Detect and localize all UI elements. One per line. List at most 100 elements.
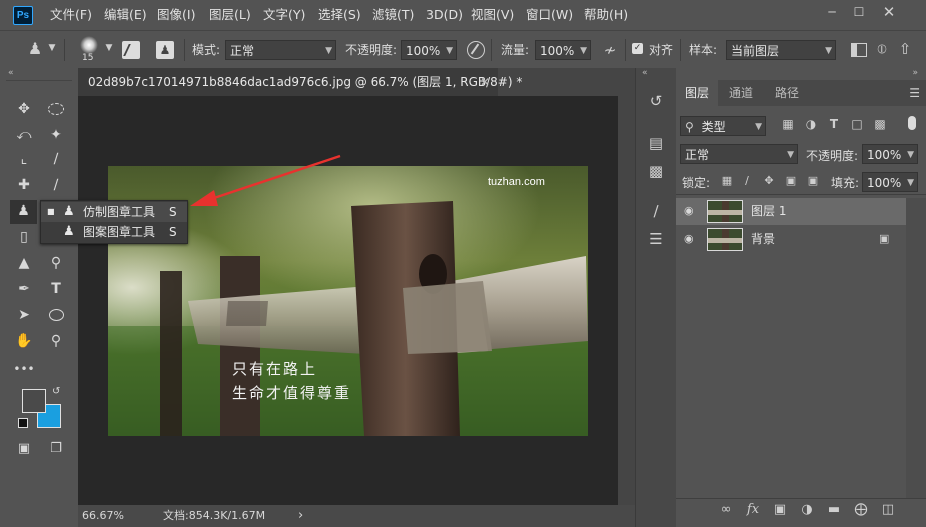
vertical-scrollbar[interactable]: [618, 96, 635, 505]
pressure-size-icon[interactable]: ⦶: [874, 40, 890, 60]
tab-layers[interactable]: 图层: [676, 80, 719, 106]
menu-help[interactable]: 帮助(H): [584, 0, 628, 30]
minimize-icon[interactable]: ─: [819, 3, 845, 21]
pressure-opacity-icon[interactable]: [467, 41, 485, 59]
move-tool-icon[interactable]: ✥: [13, 98, 35, 120]
foreground-color-swatch[interactable]: [22, 389, 46, 413]
airbrush-icon[interactable]: ≁: [600, 40, 620, 60]
eye-icon[interactable]: ◉: [684, 233, 698, 245]
aligned-checkbox[interactable]: ✓: [632, 43, 643, 54]
healing-brush-tool-icon[interactable]: ✚: [13, 174, 35, 196]
clone-stamp-tool-icon[interactable]: ♟: [26, 39, 44, 59]
maximize-icon[interactable]: ☐: [846, 3, 872, 21]
mode-select[interactable]: 正常 ▼: [225, 40, 336, 60]
close-icon[interactable]: ✕: [876, 3, 902, 21]
layers-scrollbar[interactable]: [906, 198, 926, 498]
adjustment-icon[interactable]: ◑: [797, 502, 817, 517]
path-select-tool-icon[interactable]: ➤: [13, 304, 35, 326]
crop-tool-icon[interactable]: ⌞: [13, 148, 35, 170]
layer-row-background[interactable]: ◉ 背景 ▣: [676, 226, 906, 253]
chevron-down-icon[interactable]: ▼: [47, 43, 57, 53]
opacity-input[interactable]: 100% ▼: [401, 40, 457, 60]
blur-tool-icon[interactable]: ▲: [13, 252, 35, 274]
menu-view[interactable]: 视图(V): [471, 0, 514, 30]
filter-pixel-icon[interactable]: ▦: [780, 117, 796, 131]
clone-stamp-tool-icon[interactable]: ♟: [10, 200, 37, 224]
filter-adjustment-icon[interactable]: ◑: [803, 117, 819, 131]
quick-mask-icon[interactable]: ▣: [13, 438, 35, 460]
collapse-icon[interactable]: «: [642, 68, 648, 78]
menu-filter[interactable]: 滤镜(T): [372, 0, 414, 30]
hand-tool-icon[interactable]: ✋: [13, 330, 35, 352]
layer-row-layer1[interactable]: ◉ 图层 1: [676, 198, 906, 225]
quick-select-tool-icon[interactable]: ✦: [45, 124, 67, 146]
layer-name[interactable]: 图层 1: [751, 198, 786, 225]
brush-settings-icon[interactable]: ∕: [646, 202, 666, 220]
menu-select[interactable]: 选择(S): [318, 0, 361, 30]
menu-image[interactable]: 图像(I): [157, 0, 195, 30]
panel-menu-icon[interactable]: ☰: [909, 86, 920, 100]
shape-tool-icon[interactable]: [45, 304, 67, 326]
lock-transparent-icon[interactable]: ▦: [720, 174, 734, 187]
eye-icon[interactable]: ◉: [684, 205, 698, 217]
fill-input[interactable]: 100% ▼: [862, 172, 918, 192]
screen-mode-icon[interactable]: ❐: [45, 438, 67, 460]
type-tool-icon[interactable]: T: [45, 278, 67, 300]
dodge-tool-icon[interactable]: ⚲: [45, 252, 67, 274]
lock-all-icon[interactable]: ▣: [806, 174, 820, 187]
sample-select[interactable]: 当前图层 ▼: [726, 40, 836, 60]
group-icon[interactable]: ▬: [824, 502, 844, 517]
brush-preview-icon[interactable]: [80, 36, 98, 54]
notes-icon[interactable]: ▩: [646, 162, 666, 180]
flow-input[interactable]: 100% ▼: [535, 40, 591, 60]
tab-channels[interactable]: 通道: [720, 80, 762, 106]
collapse-icon[interactable]: «: [8, 68, 14, 78]
zoom-level[interactable]: 66.67%: [82, 505, 124, 527]
history-icon[interactable]: ↺: [646, 92, 666, 110]
trash-icon[interactable]: ◫: [878, 502, 898, 517]
more-tools-icon[interactable]: •••: [13, 358, 35, 380]
filter-shape-icon[interactable]: □: [849, 117, 865, 131]
clone-source-panel-icon[interactable]: [122, 41, 141, 59]
menu-layer[interactable]: 图层(L): [209, 0, 251, 30]
link-icon[interactable]: ∞: [716, 502, 736, 517]
collapse-icon[interactable]: »: [912, 68, 918, 78]
menu-file[interactable]: 文件(F): [50, 0, 92, 30]
layer-opacity-input[interactable]: 100% ▼: [862, 144, 918, 164]
share-icon[interactable]: ⇧: [896, 39, 914, 59]
close-tab-icon[interactable]: ✕: [480, 68, 490, 96]
filter-smart-object-icon[interactable]: ▩: [872, 117, 888, 131]
layer-filter-select[interactable]: ⚲ 类型 ▼: [680, 116, 766, 136]
mask-icon[interactable]: ▣: [770, 502, 790, 517]
stamp-preset-icon[interactable]: ♟: [156, 41, 174, 59]
menu-window[interactable]: 窗口(W): [526, 0, 573, 30]
filter-type-icon[interactable]: T: [826, 117, 842, 131]
eyedropper-tool-icon[interactable]: ∕: [45, 148, 67, 170]
pen-tool-icon[interactable]: ✒: [13, 278, 35, 300]
filter-toggle[interactable]: [908, 116, 916, 130]
layer-name[interactable]: 背景: [751, 226, 775, 253]
document-tab[interactable]: 02d89b7c17014971b8846dac1ad976c6.jpg @ 6…: [78, 68, 522, 96]
new-layer-icon[interactable]: ⨁: [851, 502, 871, 517]
brush-tool-icon[interactable]: ∕: [45, 174, 67, 196]
lasso-tool-icon[interactable]: ⤺: [13, 124, 35, 146]
flyout-item-clone-stamp[interactable]: ■ ♟ 仿制图章工具 S: [41, 202, 187, 222]
flyout-item-pattern-stamp[interactable]: ♟ 图案图章工具 S: [41, 222, 187, 242]
lock-image-icon[interactable]: ∕: [740, 174, 754, 187]
fx-icon[interactable]: fx: [743, 502, 763, 517]
eraser-tool-icon[interactable]: ▯: [13, 226, 35, 248]
blend-mode-select[interactable]: 正常 ▼: [680, 144, 798, 164]
default-colors-icon[interactable]: [18, 418, 28, 428]
lock-artboard-icon[interactable]: ▣: [784, 174, 798, 187]
lock-position-icon[interactable]: ✥: [762, 174, 776, 187]
tab-paths[interactable]: 路径: [766, 80, 808, 106]
swap-colors-icon[interactable]: ↺: [52, 386, 60, 397]
status-menu-arrow[interactable]: ›: [298, 505, 303, 527]
menu-3d[interactable]: 3D(D): [426, 0, 463, 30]
chevron-down-icon[interactable]: ▼: [104, 43, 114, 53]
menu-type[interactable]: 文字(Y): [263, 0, 305, 30]
ignore-adjustment-layers-icon[interactable]: [851, 43, 867, 57]
adjustments-icon[interactable]: ☰: [646, 230, 666, 248]
marquee-tool-icon[interactable]: [45, 98, 67, 120]
menu-edit[interactable]: 编辑(E): [104, 0, 147, 30]
